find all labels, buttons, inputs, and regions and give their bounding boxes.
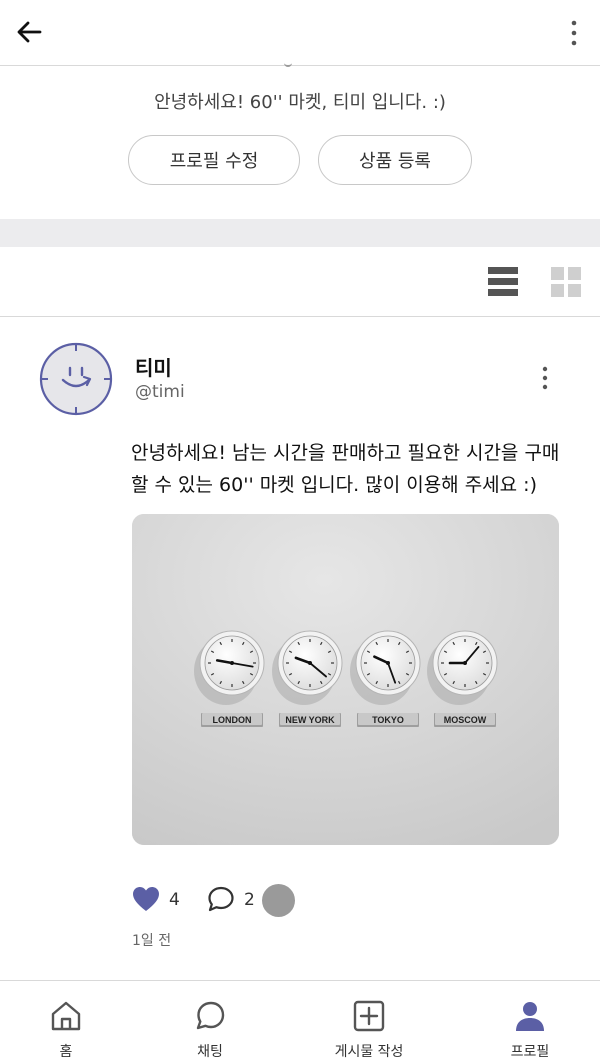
top-app-bar	[0, 0, 600, 66]
scroll-remnant	[284, 62, 292, 67]
clock-city-label: NEW YORK	[285, 715, 335, 725]
tab-label-home: 홈	[59, 1044, 73, 1060]
smiley-clock-avatar-icon	[39, 342, 113, 416]
vertical-ellipsis-icon	[542, 366, 548, 390]
heart-icon	[133, 887, 159, 911]
post-image[interactable]: LONDON NEW YORK TOKYO MOSCOW	[132, 514, 559, 845]
section-divider	[0, 219, 600, 247]
like-button[interactable]	[131, 884, 161, 914]
post-card: 티미 @timi 안녕하세요! 남는 시간을 판매하고 필요한 시간을 구매할 …	[0, 318, 600, 980]
tab-label-chat: 채팅	[197, 1044, 223, 1060]
arrow-left-icon	[17, 21, 42, 43]
view-toggle-bar	[0, 247, 600, 317]
post-more-button[interactable]	[534, 362, 556, 394]
indicator-dot	[262, 884, 295, 917]
add-post-icon	[353, 1000, 385, 1032]
home-icon	[51, 1001, 81, 1031]
comment-count: 2	[244, 890, 255, 910]
grid-view-icon	[551, 267, 581, 297]
tab-label-profile: 프로필	[510, 1044, 550, 1060]
tab-profile[interactable]: 프로필	[470, 981, 590, 1063]
tab-label-create-post: 게시물 작성	[334, 1044, 404, 1060]
clock-city-label: MOSCOW	[444, 715, 487, 725]
chat-icon	[196, 1001, 225, 1030]
author-handle: @timi	[135, 382, 185, 402]
tab-home[interactable]: 홈	[6, 981, 126, 1063]
tab-create-post[interactable]: 게시물 작성	[309, 981, 429, 1063]
comment-bubble-icon	[208, 886, 234, 912]
post-actions: 4 2	[131, 884, 431, 918]
like-count: 4	[169, 890, 180, 910]
more-options-button[interactable]	[562, 16, 586, 50]
grid-view-button[interactable]	[550, 266, 582, 298]
vertical-ellipsis-icon	[571, 20, 577, 46]
profile-greeting: 안녕하세요! 60'' 마켓, 티미 입니다. :)	[154, 92, 446, 113]
tab-chat[interactable]: 채팅	[150, 981, 270, 1063]
post-text: 안녕하세요! 남는 시간을 판매하고 필요한 시간을 구매할 수 있는 60''…	[131, 442, 560, 496]
world-clocks-photo: LONDON NEW YORK TOKYO MOSCOW	[132, 514, 559, 845]
comment-button[interactable]	[206, 884, 236, 914]
author-name[interactable]: 티미	[135, 352, 172, 381]
add-product-button[interactable]: 상품 등록	[318, 135, 472, 185]
list-view-button[interactable]	[487, 266, 519, 298]
edit-profile-button[interactable]: 프로필 수정	[128, 135, 300, 185]
profile-icon	[516, 1002, 544, 1031]
bottom-tab-bar: 홈 채팅 게시물 작성 프로필	[0, 980, 600, 1063]
list-view-icon	[488, 267, 518, 296]
clock-city-label: LONDON	[213, 715, 252, 725]
avatar[interactable]	[39, 342, 113, 416]
clock-city-label: TOKYO	[372, 715, 404, 725]
back-button[interactable]	[12, 15, 46, 49]
post-timestamp: 1일 전	[132, 933, 172, 949]
profile-actions: 프로필 수정 상품 등록	[0, 135, 600, 185]
